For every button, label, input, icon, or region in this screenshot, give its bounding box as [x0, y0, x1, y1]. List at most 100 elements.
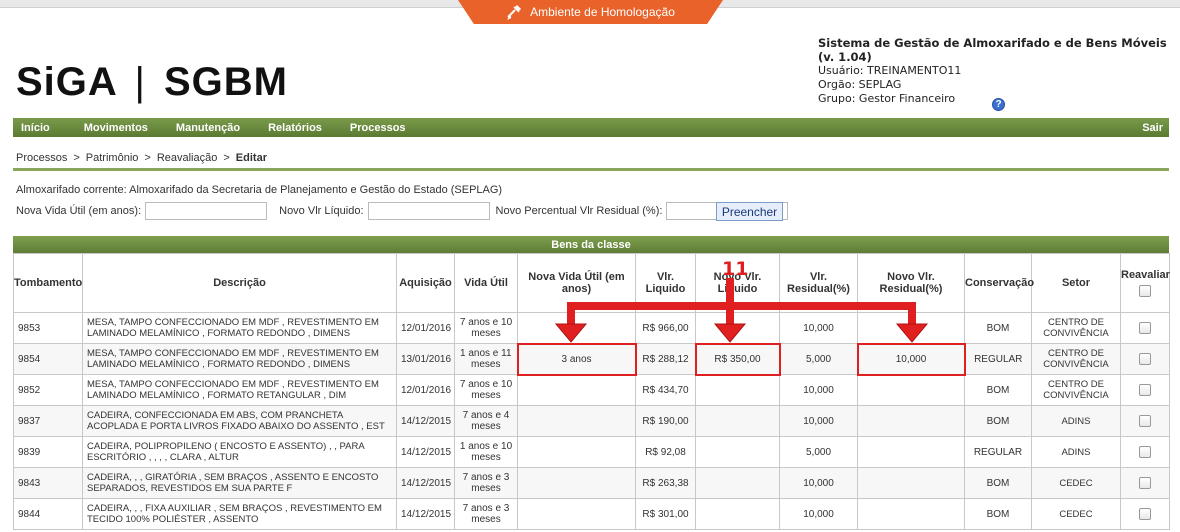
cell-nova-vida-util[interactable]	[517, 467, 636, 499]
col-vida-util: Vida Útil	[454, 253, 518, 313]
fill-button[interactable]: Preencher	[716, 202, 783, 221]
table-row: 9843 CADEIRA, , , GIRATÓRIA , SEM BRAÇOS …	[13, 467, 1170, 499]
logo-separator: |	[134, 60, 146, 104]
vlr-liquido-label: Novo Vlr Líquido:	[279, 205, 364, 217]
col-vlr-residual: Vlr. Residual(%)	[779, 253, 858, 313]
menu-processos[interactable]: Processos	[350, 122, 406, 134]
annotation-step-number: 11	[722, 258, 749, 280]
cell-nova-vida-util[interactable]	[517, 374, 636, 406]
cell-vida-util: 1 anos e 11 meses	[454, 343, 518, 375]
cell-setor: ADINS	[1031, 436, 1121, 468]
cell-conservacao: REGULAR	[964, 436, 1032, 468]
logo-sgbm: SGBM	[163, 60, 288, 104]
col-tombamento: Tombamento	[13, 253, 83, 313]
menu-inicio[interactable]: Início	[21, 122, 50, 134]
perc-residual-label: Novo Percentual Vlr Residual (%):	[495, 205, 663, 217]
cell-novo-vlr-residual[interactable]	[857, 436, 965, 468]
cell-conservacao: BOM	[964, 498, 1032, 530]
cell-novo-vlr-residual[interactable]	[857, 498, 965, 530]
cell-aquisicao: 14/12/2015	[396, 405, 455, 437]
col-vlr-liquido: Vlr. Liquido	[635, 253, 696, 313]
cell-novo-vlr-residual[interactable]	[857, 467, 965, 499]
menu-movimentos[interactable]: Movimentos	[84, 122, 148, 134]
reavaliar-checkbox[interactable]	[1139, 322, 1151, 334]
reavaliar-checkbox[interactable]	[1139, 415, 1151, 427]
cell-novo-vlr-residual[interactable]	[857, 312, 965, 344]
cell-novo-vlr-residual[interactable]	[857, 374, 965, 406]
menu-relatorios[interactable]: Relatórios	[268, 122, 322, 134]
menu-manutencao[interactable]: Manutenção	[176, 122, 240, 134]
breadcrumb-reavaliacao[interactable]: Reavaliação	[157, 152, 218, 164]
cell-novo-vlr-residual[interactable]	[857, 405, 965, 437]
cell-tombamento: 9853	[13, 312, 83, 344]
cell-setor: ADINS	[1031, 405, 1121, 437]
logout-link[interactable]: Sair	[1142, 122, 1163, 134]
cell-aquisicao: 12/01/2016	[396, 374, 455, 406]
cell-novo-vlr-liquido[interactable]	[695, 374, 780, 406]
cell-vlr-liquido: R$ 434,70	[635, 374, 696, 406]
cell-novo-vlr-residual[interactable]: 10,000	[856, 342, 966, 376]
col-nova-vida-util: Nova Vida Útil (em anos)	[517, 253, 636, 313]
logo-siga: SiGA	[16, 60, 117, 104]
cell-nova-vida-util[interactable]	[517, 312, 636, 344]
reavaliar-checkbox[interactable]	[1139, 477, 1151, 489]
cell-vlr-liquido: R$ 92,08	[635, 436, 696, 468]
cell-vlr-liquido: R$ 301,00	[635, 498, 696, 530]
col-setor: Setor	[1031, 253, 1121, 313]
breadcrumb-processos[interactable]: Processos	[16, 152, 67, 164]
cell-vlr-liquido: R$ 263,38	[635, 467, 696, 499]
assets-grid: Bens da classe Tombamento Descrição Aqui…	[13, 236, 1170, 530]
reavaliar-checkbox[interactable]	[1139, 508, 1151, 520]
cell-novo-vlr-liquido[interactable]	[695, 312, 780, 344]
cell-reavaliar	[1120, 343, 1170, 375]
reavaliar-checkbox[interactable]	[1139, 353, 1151, 365]
assets-table: Tombamento Descrição Aquisição Vida Útil…	[13, 253, 1170, 530]
vlr-liquido-input[interactable]	[367, 202, 490, 220]
user-info: Usuário: TREINAMENTO11	[818, 64, 962, 77]
cell-vida-util: 7 anos e 3 meses	[454, 467, 518, 499]
col-novo-vlr-residual: Novo Vlr. Residual(%)	[857, 253, 965, 313]
bulk-fill-form: Nova Vida Útil (em anos): Novo Vlr Líqui…	[16, 202, 789, 220]
environment-label: Ambiente de Homologação	[530, 5, 675, 19]
org-info: Orgão: SEPLAG	[818, 78, 902, 91]
cell-aquisicao: 14/12/2015	[396, 467, 455, 499]
help-icon[interactable]: ?	[992, 98, 1005, 111]
col-reavaliar-label: Reavaliar	[1121, 269, 1170, 281]
cell-nova-vida-util[interactable]	[517, 405, 636, 437]
cell-vlr-residual: 10,000	[779, 374, 858, 406]
system-title: Sistema de Gestão de Almoxarifado e de B…	[818, 36, 1167, 64]
cell-conservacao: BOM	[964, 374, 1032, 406]
cell-setor: CENTRO DE CONVIVÊNCIA	[1031, 343, 1121, 375]
cell-nova-vida-util[interactable]	[517, 436, 636, 468]
col-aquisicao: Aquisição	[396, 253, 455, 313]
cell-reavaliar	[1120, 374, 1170, 406]
cell-novo-vlr-liquido[interactable]	[695, 405, 780, 437]
cell-setor: CEDEC	[1031, 467, 1121, 499]
cell-reavaliar	[1120, 467, 1170, 499]
cell-nova-vida-util[interactable]: 3 anos	[516, 342, 637, 376]
reavaliar-checkbox[interactable]	[1139, 384, 1151, 396]
cell-descricao: CADEIRA, , , FIXA AUXILIAR , SEM BRAÇOS …	[82, 498, 397, 530]
cell-novo-vlr-liquido[interactable]	[695, 467, 780, 499]
cell-descricao: MESA, TAMPO CONFECCIONADO EM MDF , REVES…	[82, 343, 397, 375]
vida-util-input[interactable]	[145, 202, 268, 220]
select-all-checkbox[interactable]	[1139, 285, 1151, 297]
col-descricao: Descrição	[82, 253, 397, 313]
cell-reavaliar	[1120, 498, 1170, 530]
cell-nova-vida-util[interactable]	[517, 498, 636, 530]
breadcrumb-divider	[13, 168, 1169, 171]
breadcrumb-patrimonio[interactable]: Patrimônio	[86, 152, 139, 164]
cell-novo-vlr-liquido[interactable]	[695, 498, 780, 530]
reavaliar-checkbox[interactable]	[1139, 446, 1151, 458]
cell-tombamento: 9844	[13, 498, 83, 530]
cell-vlr-residual: 10,000	[779, 498, 858, 530]
system-info: Sistema de Gestão de Almoxarifado e de B…	[818, 36, 1180, 106]
cell-vlr-residual: 5,000	[779, 436, 858, 468]
table-row: 9852 MESA, TAMPO CONFECCIONADO EM MDF , R…	[13, 374, 1170, 406]
col-reavaliar: Reavaliar	[1120, 253, 1170, 313]
cell-novo-vlr-liquido[interactable]: R$ 350,00	[694, 342, 781, 376]
cell-descricao: CADEIRA, CONFECCIONADA EM ABS, COM PRANC…	[82, 405, 397, 437]
cell-conservacao: REGULAR	[964, 343, 1032, 375]
cell-novo-vlr-liquido[interactable]	[695, 436, 780, 468]
cell-reavaliar	[1120, 436, 1170, 468]
